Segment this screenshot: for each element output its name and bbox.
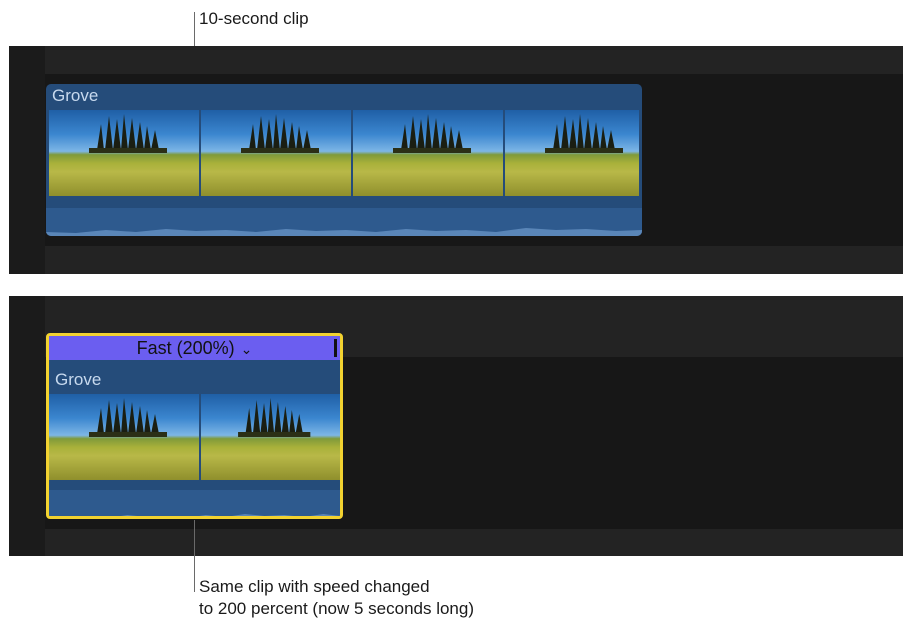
callout-original-clip: 10-second clip — [199, 9, 309, 28]
timeline-retimed: Fast (200%) ⌄ Grove — [9, 296, 903, 556]
clip-retimed[interactable]: Fast (200%) ⌄ Grove — [46, 333, 343, 519]
chevron-down-icon: ⌄ — [240, 341, 253, 357]
clip-audio-waveform — [46, 208, 642, 236]
filmstrip-thumbnail — [49, 394, 199, 480]
retime-handle-icon[interactable] — [334, 339, 337, 357]
clip-name: Grove — [52, 86, 99, 105]
callout-retimed-clip-line2: to 200 percent (now 5 seconds long) — [199, 599, 475, 618]
callout-retimed-clip-line1: Same clip with speed changed — [199, 577, 430, 596]
clip-audio-waveform — [49, 490, 340, 516]
retime-speed-label: Fast (200%) — [136, 338, 235, 358]
retime-speed-menu[interactable]: Fast (200%) ⌄ — [49, 336, 340, 360]
filmstrip-thumbnail — [201, 110, 351, 196]
timeline-original: Grove — [9, 46, 903, 274]
filmstrip-thumbnail — [505, 110, 639, 196]
clip-filmstrip — [49, 394, 340, 480]
clip-original[interactable]: Grove — [46, 84, 642, 236]
filmstrip-thumbnail — [49, 110, 199, 196]
filmstrip-thumbnail — [201, 394, 340, 480]
clip-name: Grove — [55, 370, 102, 389]
clip-filmstrip — [49, 110, 639, 196]
filmstrip-thumbnail — [353, 110, 503, 196]
timeline-gutter — [9, 46, 45, 274]
timeline-gutter — [9, 296, 45, 556]
callout-leader-bottom — [194, 520, 195, 592]
